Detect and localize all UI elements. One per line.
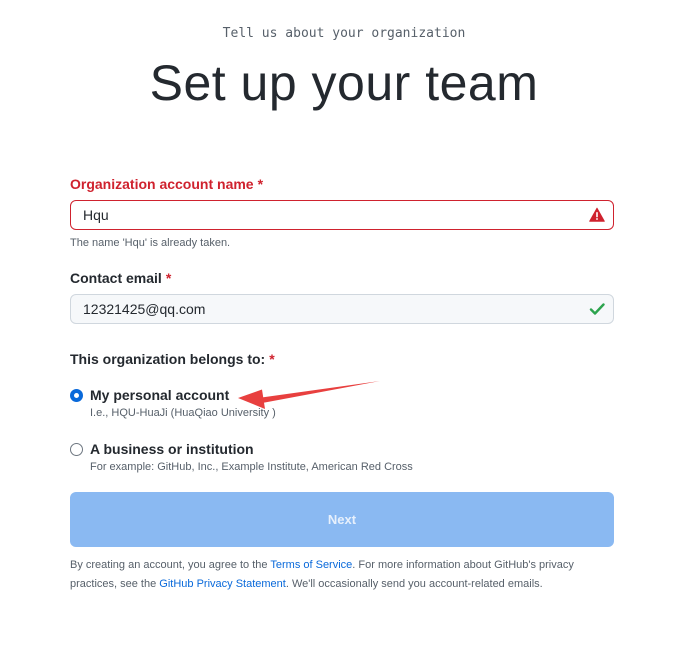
- org-name-label: Organization account name *: [70, 176, 263, 192]
- business-radio[interactable]: [70, 443, 83, 456]
- org-setup-page: Tell us about your organization Set up y…: [0, 0, 688, 647]
- page-title: Set up your team: [149, 55, 539, 111]
- org-name-error: The name 'Hqu' is already taken.: [70, 237, 231, 249]
- personal-account-title: My personal account: [90, 387, 230, 403]
- org-name-label-text: Organization account name: [70, 176, 254, 192]
- personal-account-radio[interactable]: [70, 389, 83, 402]
- belongs-to-label: This organization belongs to: *: [70, 351, 275, 367]
- page-kicker: Tell us about your organization: [222, 26, 466, 41]
- personal-account-desc: I.e., HQU-HuaJi (HuaQiao University ): [90, 407, 276, 419]
- required-mark: *: [269, 351, 275, 367]
- next-button[interactable]: Next: [70, 492, 614, 547]
- privacy-statement-link[interactable]: GitHub Privacy Statement: [159, 578, 286, 590]
- legal-suffix: . We'll occasionally send you account-re…: [285, 577, 543, 590]
- contact-email-label: Contact email *: [70, 270, 171, 286]
- contact-email-input[interactable]: [71, 295, 571, 323]
- required-mark: *: [257, 176, 264, 192]
- business-desc: For example: GitHub, Inc., Example Insti…: [90, 461, 413, 473]
- contact-email-label-text: Contact email: [70, 270, 162, 286]
- terms-of-service-link[interactable]: Terms of Service: [270, 559, 352, 571]
- required-mark: *: [165, 270, 172, 286]
- legal-prefix: By creating an account, you agree to the: [70, 559, 271, 571]
- legal-text: By creating an account, you agree to the…: [70, 556, 614, 593]
- org-name-input[interactable]: [71, 201, 571, 229]
- belongs-to-label-text: This organization belongs to:: [70, 351, 266, 367]
- business-title: A business or institution: [90, 441, 254, 457]
- contact-email-field: [70, 294, 614, 324]
- alert-icon: [589, 207, 605, 223]
- org-name-field: [70, 200, 614, 230]
- check-icon: [589, 301, 605, 317]
